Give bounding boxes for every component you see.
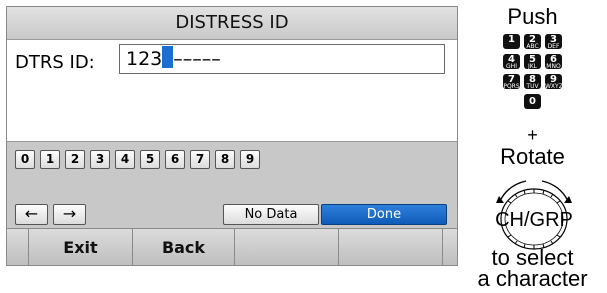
keypad-icon-8: 8 TUV bbox=[524, 74, 541, 90]
plus-text: + bbox=[527, 125, 538, 145]
key-1[interactable]: 1 bbox=[40, 150, 60, 169]
softkey-spacer-left bbox=[7, 229, 29, 265]
softkey-4[interactable] bbox=[339, 229, 443, 265]
a-character-text: a character bbox=[477, 266, 588, 291]
key-5[interactable]: 5 bbox=[140, 150, 160, 169]
cursor-left-button[interactable]: ← bbox=[15, 204, 48, 225]
key-7[interactable]: 7 bbox=[190, 150, 210, 169]
distress-id-screen: DISTRESS ID DTRS ID: 123 ––––– 0 1 2 3 4 … bbox=[6, 6, 458, 266]
key-3[interactable]: 3 bbox=[90, 150, 110, 169]
key-6[interactable]: 6 bbox=[165, 150, 185, 169]
entered-digits: 123 bbox=[126, 48, 163, 70]
instruction-panel: Push 1 2 ABC 3 DEF 4 GHI 5 JKL 6 MNO 7 PQRS 8T… bbox=[458, 0, 607, 293]
text-cursor bbox=[162, 46, 174, 68]
softkey-3[interactable] bbox=[235, 229, 339, 265]
screen-title: DISTRESS ID bbox=[7, 7, 457, 40]
keypad-icon-3: 3 DEF bbox=[545, 34, 562, 50]
key-9[interactable]: 9 bbox=[240, 150, 260, 169]
keypad-icon-9: 9 WXYZ bbox=[545, 74, 563, 90]
dtrs-id-label: DTRS ID: bbox=[15, 52, 95, 73]
keypad-icon-1: 1 bbox=[503, 34, 520, 49]
keypad-icon-2: 2 ABC bbox=[524, 34, 541, 50]
keypad-icon-7: 7 PQRS bbox=[503, 74, 520, 90]
exit-softkey[interactable]: Exit bbox=[29, 229, 133, 265]
no-data-button[interactable]: No Data bbox=[223, 204, 319, 225]
key-2[interactable]: 2 bbox=[65, 150, 85, 169]
keypad-icon-0: 0 bbox=[524, 94, 541, 109]
key-0[interactable]: 0 bbox=[15, 150, 35, 169]
dtrs-id-input[interactable]: 123 ––––– bbox=[119, 44, 445, 74]
keypad-icon-6: 6 MNO bbox=[545, 54, 562, 70]
key-4[interactable]: 4 bbox=[115, 150, 135, 169]
back-softkey[interactable]: Back bbox=[133, 229, 235, 265]
character-keypad: 0 1 2 3 4 5 6 7 8 9 ← → No Data Done Exi… bbox=[7, 141, 457, 265]
rotate-text: Rotate bbox=[500, 144, 565, 169]
keypad-icon-4: 4 GHI bbox=[503, 54, 520, 70]
key-8[interactable]: 8 bbox=[215, 150, 235, 169]
id-entry-area: DTRS ID: 123 ––––– bbox=[7, 40, 457, 141]
remaining-digit-placeholders: ––––– bbox=[173, 48, 221, 70]
softkey-bar: Exit Back bbox=[7, 228, 457, 265]
dial-label: CH/GRP bbox=[495, 209, 573, 231]
push-text: Push bbox=[507, 4, 558, 29]
keypad-icon-5: 5 JKL bbox=[524, 54, 541, 70]
cursor-right-button[interactable]: → bbox=[53, 204, 86, 225]
done-button[interactable]: Done bbox=[321, 204, 447, 225]
